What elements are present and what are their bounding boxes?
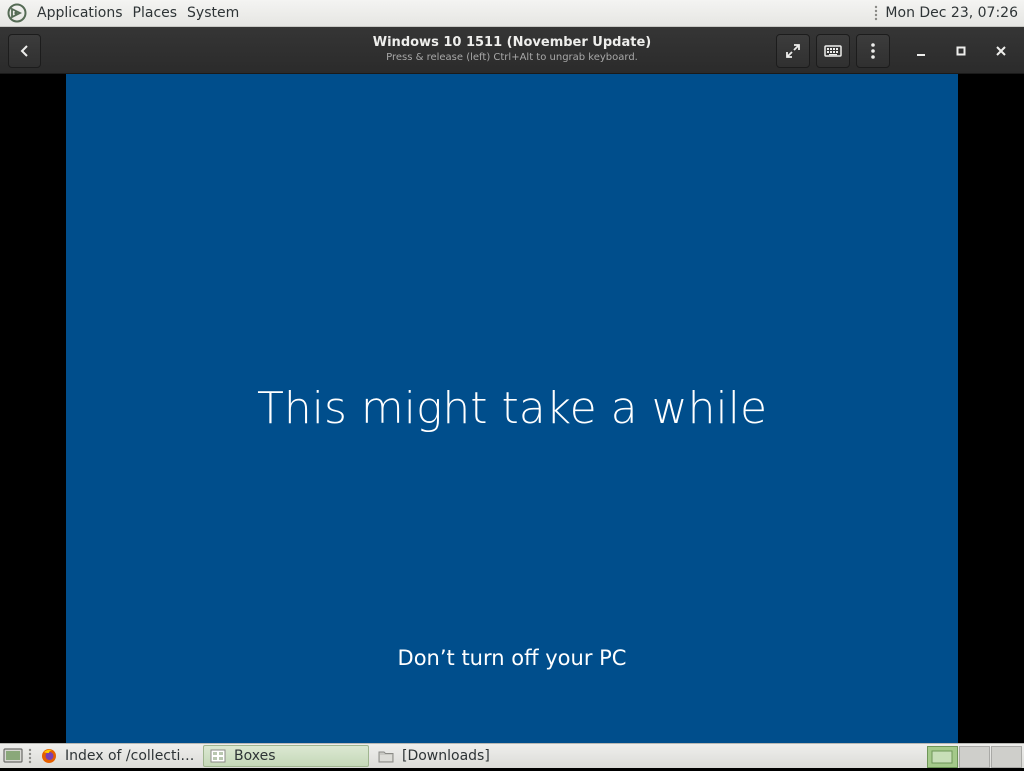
- app-headerbar: Windows 10 1511 (November Update) Press …: [0, 27, 1024, 74]
- taskbar-handle-icon[interactable]: [27, 747, 33, 765]
- menu-system[interactable]: System: [182, 0, 244, 27]
- headerbar-titles: Windows 10 1511 (November Update) Press …: [300, 35, 724, 64]
- taskbar: Index of /collection/... Boxes [Download…: [0, 743, 1024, 768]
- task-label: [Downloads]: [402, 748, 490, 764]
- vm-display-area[interactable]: This might take a while Don’t turn off y…: [0, 74, 1024, 743]
- folder-icon: [378, 751, 394, 763]
- back-icon: [20, 45, 28, 57]
- back-button[interactable]: [8, 34, 41, 68]
- fullscreen-icon: [786, 44, 800, 58]
- keyboard-button[interactable]: [816, 34, 850, 68]
- panel-handle-icon[interactable]: [873, 4, 879, 22]
- menu-places[interactable]: Places: [128, 0, 183, 27]
- workspace-2[interactable]: [959, 746, 990, 768]
- menu-logo-icon[interactable]: [6, 2, 28, 24]
- clock[interactable]: Mon Dec 23, 07:26: [885, 0, 1024, 27]
- task-boxes[interactable]: Boxes: [203, 745, 369, 767]
- minimize-icon: [917, 54, 925, 56]
- top-panel: Applications Places System Mon Dec 23, 0…: [0, 0, 1024, 27]
- workspace-1[interactable]: [927, 746, 958, 768]
- keyboard-icon: [824, 45, 842, 57]
- window-subtitle: Press & release (left) Ctrl+Alt to ungra…: [386, 52, 638, 63]
- maximize-icon: [956, 46, 966, 56]
- vm-subline: Don’t turn off your PC: [397, 646, 627, 670]
- vm-headline: This might take a while: [256, 383, 768, 434]
- task-label: Index of /collection/...: [65, 748, 199, 764]
- vertical-ellipsis-icon: [871, 43, 875, 59]
- workspace-3[interactable]: [991, 746, 1022, 768]
- task-label: Boxes: [234, 748, 276, 764]
- task-firefox[interactable]: Index of /collection/...: [34, 745, 200, 767]
- close-button[interactable]: [989, 39, 1013, 63]
- task-downloads[interactable]: [Downloads]: [371, 745, 537, 767]
- firefox-icon: [42, 749, 56, 763]
- maximize-button[interactable]: [949, 39, 973, 63]
- minimize-button[interactable]: [909, 39, 933, 63]
- menu-applications[interactable]: Applications: [32, 0, 128, 27]
- menu-button[interactable]: [856, 34, 890, 68]
- fullscreen-button[interactable]: [776, 34, 810, 68]
- vm-screen[interactable]: This might take a while Don’t turn off y…: [66, 74, 958, 743]
- show-desktop-icon[interactable]: [3, 748, 23, 764]
- window-title: Windows 10 1511 (November Update): [372, 35, 652, 50]
- workspace-window-icon: [931, 750, 953, 764]
- close-icon: [996, 46, 1006, 56]
- boxes-app-icon: [210, 749, 226, 763]
